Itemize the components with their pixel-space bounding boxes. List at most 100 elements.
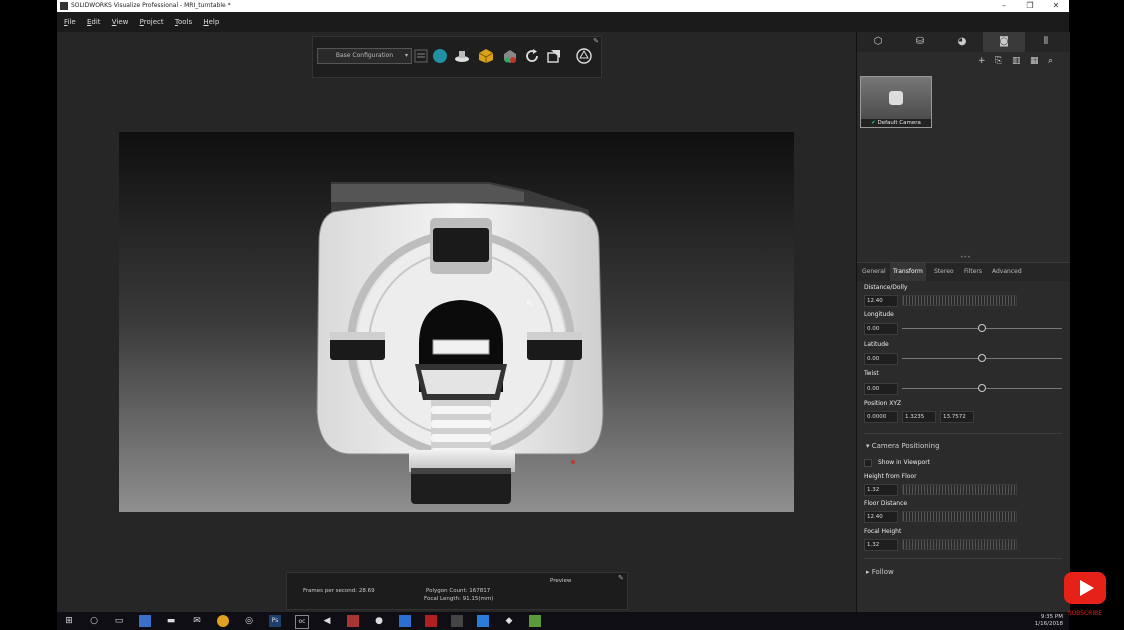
tab-stereo[interactable]: Stereo	[931, 263, 957, 281]
restore-button[interactable]: ❐	[1019, 0, 1041, 12]
render-mode-icon[interactable]	[576, 48, 592, 64]
viewport[interactable]: Base Configuration ▾ ✎ ⇖ Frames per seco…	[57, 32, 856, 612]
list-icon[interactable]	[413, 48, 429, 64]
appearance-icon[interactable]	[502, 48, 518, 64]
menu-edit[interactable]: Edit	[87, 12, 101, 32]
app-icon[interactable]	[347, 615, 359, 627]
pin-icon[interactable]: ✎	[618, 574, 624, 582]
terminal-icon[interactable]: oc	[295, 615, 309, 629]
minimize-button[interactable]: –	[993, 0, 1015, 12]
search-icon[interactable]: ⌕	[1048, 56, 1053, 66]
environment-sphere-icon[interactable]	[432, 48, 448, 64]
render-canvas[interactable]: ⇖	[119, 132, 794, 512]
stats-panel: Frames per second: 28.69 Polygon Count: …	[286, 572, 628, 610]
pin-icon[interactable]: ✎	[593, 37, 599, 45]
solidworks-icon[interactable]	[425, 615, 437, 627]
twist-label: Twist	[864, 370, 879, 377]
filmstrip-tab-icon[interactable]: ⦀	[1025, 32, 1067, 52]
focal-height-field[interactable]: 1.32	[864, 539, 898, 551]
menu-help[interactable]: Help	[203, 12, 219, 32]
visualize-icon[interactable]	[451, 615, 463, 627]
taskbar-app-icon[interactable]	[139, 615, 151, 627]
configuration-dropdown[interactable]: Base Configuration ▾	[317, 48, 412, 64]
camera-preview-icon	[889, 91, 903, 105]
tab-advanced[interactable]: Advanced	[989, 263, 1025, 281]
menu-project[interactable]: Project	[140, 12, 164, 32]
tab-general[interactable]: General	[859, 263, 889, 281]
dropdown-arrow-icon: ▾	[404, 52, 408, 59]
view-list-icon[interactable]: ▥	[1012, 56, 1021, 66]
library-tab-icon[interactable]: ⛁	[899, 32, 941, 52]
position-x-field[interactable]: 0.0000	[864, 411, 898, 423]
tab-filters[interactable]: Filters	[961, 263, 985, 281]
camera-name: Default Camera	[877, 120, 921, 126]
focal-length-readout: Focal Length: 91.15(mm)	[424, 596, 494, 602]
view-grid-icon[interactable]: ▦	[1030, 56, 1039, 66]
menu-tools[interactable]: Tools	[175, 12, 192, 32]
twist-slider-handle[interactable]	[978, 384, 986, 392]
app-icon[interactable]	[529, 615, 541, 627]
file-explorer-icon[interactable]: ▬	[165, 615, 177, 627]
app-icon[interactable]	[399, 615, 411, 627]
clock[interactable]: 9:35 PM 1/16/2018	[1035, 614, 1063, 628]
windows-start-icon[interactable]: ⊞	[63, 615, 75, 627]
position-label: Position XYZ	[864, 400, 902, 407]
floor-icon[interactable]	[454, 48, 470, 64]
floor-distance-scrubber[interactable]	[902, 511, 1017, 522]
camera-actions: + ⎘ ▥ ▦ ⌕	[857, 52, 1070, 74]
render-mode-label: Preview	[550, 578, 572, 584]
distance-scrubber[interactable]	[902, 295, 1017, 306]
follow-header[interactable]: ▸ Follow	[866, 568, 894, 576]
height-from-floor-field[interactable]: 1.32	[864, 484, 898, 496]
camera-tab-icon[interactable]: ◙	[983, 32, 1025, 52]
task-view-icon[interactable]: ▭	[113, 615, 125, 627]
chrome-icon[interactable]	[217, 615, 229, 627]
position-z-field[interactable]: 13.7572	[940, 411, 974, 423]
camera-thumbnail[interactable]: ✔ Default Camera	[860, 76, 932, 128]
splitter-handle[interactable]: •••	[960, 254, 971, 261]
app-icon[interactable]: ●	[373, 615, 385, 627]
mail-icon[interactable]: ✉	[191, 615, 203, 627]
search-icon[interactable]: ○	[88, 615, 100, 627]
mri-scanner-model	[316, 182, 604, 504]
longitude-label: Longitude	[864, 311, 894, 318]
app-icon[interactable]	[477, 615, 489, 627]
latitude-field[interactable]: 0.00	[864, 353, 898, 365]
distance-label: Distance/Dolly	[864, 284, 908, 291]
latitude-slider-handle[interactable]	[978, 354, 986, 362]
photoshop-icon[interactable]: Ps	[269, 615, 281, 627]
show-in-viewport-checkbox[interactable]	[864, 459, 872, 467]
tab-transform[interactable]: Transform	[890, 263, 926, 281]
app-icon[interactable]: ◆	[503, 615, 515, 627]
fps-readout: Frames per second: 28.69	[303, 588, 375, 594]
window-title: SOLIDWORKS Visualize Professional - MRI_…	[71, 2, 231, 9]
camera-positioning-header[interactable]: ▾ Camera Positioning	[866, 442, 940, 450]
focal-height-label: Focal Height	[864, 528, 902, 535]
longitude-field[interactable]: 0.00	[864, 323, 898, 335]
title-bar: SOLIDWORKS Visualize Professional - MRI_…	[57, 0, 1069, 12]
material-cube-icon[interactable]	[478, 48, 494, 64]
audio-icon[interactable]: ◀	[321, 615, 333, 627]
model-tab-icon[interactable]: ⬡	[857, 32, 899, 52]
height-scrubber[interactable]	[902, 484, 1017, 495]
palette-panel: ⬡ ⛁ ◕ ◙ ⦀ + ⎘ ▥ ▦ ⌕ ✔ Default Camera •••…	[856, 32, 1070, 612]
refresh-icon[interactable]	[524, 48, 540, 64]
app-logo-icon	[60, 2, 68, 10]
menu-view[interactable]: View	[112, 12, 129, 32]
media-icon[interactable]: ◎	[243, 615, 255, 627]
longitude-slider-handle[interactable]	[978, 324, 986, 332]
property-tabs: General Transform Stereo Filters Advance…	[857, 262, 1070, 281]
position-y-field[interactable]: 1.3235	[902, 411, 936, 423]
distance-field[interactable]: 12.40	[864, 295, 898, 307]
duplicate-camera-icon[interactable]: ⎘	[995, 56, 1002, 66]
focal-height-scrubber[interactable]	[902, 539, 1017, 550]
height-from-floor-label: Height from Floor	[864, 473, 917, 480]
floor-distance-field[interactable]: 12.40	[864, 511, 898, 523]
close-button[interactable]: ✕	[1045, 0, 1067, 12]
twist-field[interactable]: 0.00	[864, 383, 898, 395]
divider	[864, 433, 1062, 434]
menu-file[interactable]: File	[64, 12, 76, 32]
appearance-tab-icon[interactable]: ◕	[941, 32, 983, 52]
add-camera-icon[interactable]: +	[978, 56, 986, 66]
camera-add-icon[interactable]	[546, 48, 562, 64]
